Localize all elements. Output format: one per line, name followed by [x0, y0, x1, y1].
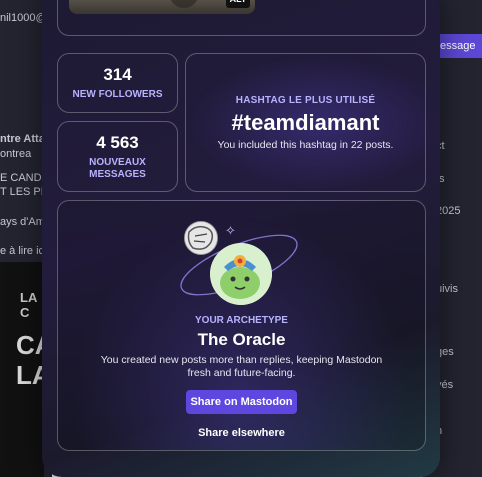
- archetype-card: ✧ YOUR ARCHETYPE The Oracle You created …: [57, 200, 426, 451]
- followers-stat-card: 314 NEW FOLLOWERS: [57, 53, 178, 113]
- share-elsewhere-button[interactable]: Share elsewhere: [186, 423, 297, 443]
- sparkle-icon: ✧: [225, 223, 236, 238]
- avatar: [184, 221, 218, 255]
- media-card: ALT: [57, 0, 426, 36]
- share-on-mastodon-button[interactable]: Share on Mastodon: [186, 390, 297, 414]
- wrapped-modal: ALT 314 NEW FOLLOWERS 4 563 NOUVEAUX MES…: [42, 0, 440, 477]
- hashtag-card: HASHTAG LE PLUS UTILISÉ #teamdiamant You…: [185, 53, 426, 192]
- hashtag-title: #teamdiamant: [231, 110, 380, 135]
- messages-stat-card: 4 563 NOUVEAUX MESSAGES: [57, 121, 178, 192]
- messages-count: 4 563: [96, 132, 139, 152]
- bg-text: ontrea: [0, 148, 32, 160]
- mascot-art: [210, 243, 272, 305]
- archetype-title: The Oracle: [197, 330, 286, 349]
- archetype-eyebrow: YOUR ARCHETYPE: [195, 315, 288, 326]
- followers-count: 314: [103, 65, 132, 84]
- avatar-sketch: [185, 222, 217, 254]
- followers-label: NEW FOLLOWERS: [72, 89, 163, 100]
- messages-label: NOUVEAUX MESSAGES: [89, 156, 146, 180]
- poster-banner: LA C: [20, 290, 37, 320]
- bg-text: ays d'Am: [0, 216, 45, 228]
- hashtag-eyebrow: HASHTAG LE PLUS UTILISÉ: [235, 95, 376, 106]
- oracle-mascot-icon: [210, 243, 272, 305]
- image-detail: [169, 0, 199, 8]
- alt-badge[interactable]: ALT: [226, 0, 250, 8]
- hashtag-description: You included this hashtag in 22 posts.: [217, 139, 394, 151]
- bg-text: nil1000@: [0, 12, 47, 24]
- bg-text: e à lire ic: [0, 245, 45, 257]
- archetype-description: You created new posts more than replies,…: [100, 354, 383, 379]
